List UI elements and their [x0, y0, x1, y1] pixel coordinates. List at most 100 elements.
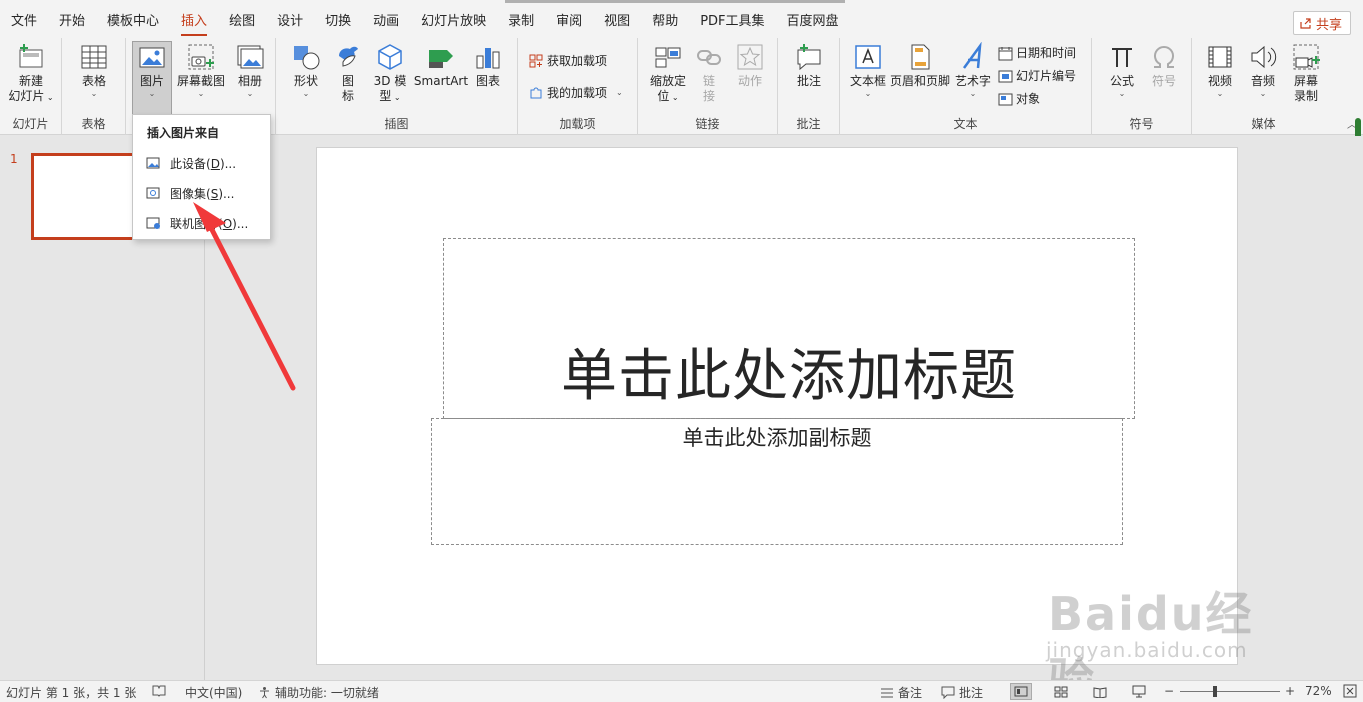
- wordart-button[interactable]: 艺术字 ⌄: [952, 42, 994, 98]
- slide-number-icon: [998, 70, 1013, 82]
- tab-animations[interactable]: 动画: [362, 0, 410, 38]
- tab-insert[interactable]: 插入: [170, 0, 218, 38]
- title-placeholder[interactable]: 单击此处添加标题: [443, 238, 1135, 419]
- smartart-label: SmartArt: [413, 74, 469, 88]
- spellcheck-icon[interactable]: [152, 684, 166, 697]
- language-status[interactable]: 中文(中国): [185, 684, 242, 701]
- icons-icon: [339, 46, 358, 67]
- audio-button[interactable]: 音频 ⌄: [1244, 42, 1282, 98]
- comment-button[interactable]: 批注: [790, 42, 828, 89]
- group-text: 文本框 ⌄ 页眉和页脚 艺术字 ⌄ 日期和时间 幻灯片编号 对象 文本: [840, 38, 1092, 135]
- chart-button[interactable]: 图表: [470, 42, 506, 89]
- slide-sorter-button[interactable]: [1050, 683, 1072, 700]
- group-label-illustrations: 插图: [384, 117, 409, 131]
- textbox-button[interactable]: 文本框 ⌄: [846, 42, 890, 98]
- wordart-label: 艺术字: [954, 74, 991, 88]
- object-button[interactable]: 对象: [998, 89, 1040, 109]
- tab-slideshow[interactable]: 幻灯片放映: [410, 0, 497, 38]
- tab-home[interactable]: 开始: [48, 0, 96, 38]
- new-slide-button[interactable]: 新建 幻灯片 ⌄: [5, 42, 57, 105]
- comments-button[interactable]: 批注: [941, 684, 983, 701]
- notes-button[interactable]: 备注: [880, 684, 922, 701]
- tab-pdf-tools[interactable]: PDF工具集: [689, 0, 775, 38]
- reading-view-button[interactable]: [1089, 683, 1111, 700]
- shapes-label: 形状: [293, 74, 318, 88]
- screenshot-button[interactable]: 屏幕截图 ⌄: [176, 42, 226, 98]
- fit-to-window-button[interactable]: [1343, 684, 1357, 698]
- screenshot-label: 屏幕截图: [176, 74, 225, 88]
- tab-baidu-netdisk[interactable]: 百度网盘: [776, 0, 850, 38]
- icons-button[interactable]: 图 标: [331, 42, 365, 104]
- table-button[interactable]: 表格 ⌄: [76, 42, 112, 98]
- normal-view-button[interactable]: [1010, 683, 1032, 700]
- header-footer-label: 页眉和页脚: [889, 74, 950, 88]
- tab-design[interactable]: 设计: [266, 0, 314, 38]
- group-illustrations: 形状 ⌄ 图 标 3D 模 型 ⌄ SmartArt 图表 插图: [276, 38, 518, 135]
- menu-item-stock-images[interactable]: 图像集(S)...: [133, 180, 270, 206]
- video-button[interactable]: 视频 ⌄: [1200, 42, 1240, 98]
- slideshow-button[interactable]: [1128, 683, 1150, 700]
- tab-transitions[interactable]: 切换: [314, 0, 362, 38]
- menu-item-online-pictures[interactable]: 联机图片(O)...: [133, 210, 270, 236]
- date-time-button[interactable]: 日期和时间: [998, 43, 1076, 63]
- textbox-icon: [855, 45, 881, 69]
- tab-template-center[interactable]: 模板中心: [96, 0, 170, 38]
- star-action-icon: [737, 44, 763, 70]
- slide-sorter-icon: [1054, 686, 1068, 697]
- link-label-2: 接: [702, 89, 715, 103]
- normal-view-icon: [1014, 686, 1028, 697]
- menu-item-this-device-label: 此设备(D)...: [170, 156, 237, 171]
- zoom-slider-track[interactable]: [1180, 691, 1280, 692]
- menu-bar: 文件 开始 模板中心 插入 绘图 设计 切换 动画 幻灯片放映 录制 审阅 视图…: [0, 0, 1363, 38]
- tab-view[interactable]: 视图: [593, 0, 641, 38]
- audio-label: 音频: [1250, 74, 1275, 88]
- pi-icon: [1112, 48, 1132, 67]
- menu-item-this-device[interactable]: 此设备(D)...: [133, 150, 270, 176]
- video-label: 视频: [1207, 74, 1232, 88]
- slide-number-button[interactable]: 幻灯片编号: [998, 66, 1076, 86]
- get-addins-button[interactable]: 获取加载项: [528, 51, 607, 71]
- my-addins-button[interactable]: 我的加载项 ⌄: [528, 83, 623, 103]
- picture-button[interactable]: 图片 ⌄: [132, 41, 172, 115]
- group-label-media: 媒体: [1251, 117, 1276, 131]
- album-button[interactable]: 相册 ⌄: [230, 42, 270, 98]
- comment-icon: [797, 44, 821, 71]
- zoom-out-button[interactable]: −: [1164, 684, 1174, 698]
- tab-record[interactable]: 录制: [497, 0, 545, 38]
- tab-file[interactable]: 文件: [0, 0, 48, 38]
- 3d-models-button[interactable]: 3D 模 型 ⌄: [368, 42, 412, 105]
- share-button[interactable]: 共享: [1292, 11, 1351, 35]
- film-icon: [1208, 46, 1232, 68]
- screen-rec-label-1: 屏幕: [1293, 74, 1318, 88]
- dropdown-title: 插入图片来自: [147, 126, 220, 140]
- zoom-level[interactable]: 72%: [1305, 684, 1332, 698]
- screen-recording-icon: [1293, 44, 1320, 70]
- zoom-label-2: 位: [657, 89, 670, 103]
- zoom-button[interactable]: 缩放定 位 ⌄: [646, 42, 690, 105]
- menu-item-online-pictures-label: 联机图片(O)...: [170, 216, 249, 231]
- get-addins-label: 获取加载项: [547, 54, 608, 68]
- tab-review[interactable]: 审阅: [545, 0, 593, 38]
- action-label: 动作: [737, 74, 762, 88]
- smartart-button[interactable]: SmartArt: [412, 42, 470, 89]
- shapes-button[interactable]: 形状 ⌄: [286, 42, 326, 98]
- equation-button[interactable]: 公式 ⌄: [1104, 42, 1140, 98]
- store-icon: [529, 54, 543, 68]
- tab-draw[interactable]: 绘图: [218, 0, 266, 38]
- subtitle-placeholder[interactable]: 单击此处添加副标题: [431, 418, 1123, 545]
- screen-recording-button[interactable]: 屏幕 录制: [1286, 42, 1326, 104]
- share-label: 共享: [1315, 17, 1342, 33]
- group-addins: 获取加载项 我的加载项 ⌄ 加载项: [518, 38, 638, 135]
- zoom-slider-thumb[interactable]: [1213, 686, 1217, 697]
- slideshow-icon: [1132, 685, 1146, 698]
- tab-help[interactable]: 帮助: [641, 0, 689, 38]
- zoom-in-button[interactable]: +: [1285, 684, 1295, 698]
- reading-view-icon: [1093, 686, 1107, 698]
- accessibility-status[interactable]: 辅助功能: 一切就绪: [258, 684, 379, 701]
- textbox-label: 文本框: [849, 74, 886, 88]
- link-icon: [697, 50, 721, 65]
- symbol-button[interactable]: 符号: [1146, 42, 1182, 89]
- link-button[interactable]: 链 接: [694, 42, 724, 104]
- action-button[interactable]: 动作: [732, 42, 768, 89]
- header-footer-button[interactable]: 页眉和页脚: [888, 42, 952, 89]
